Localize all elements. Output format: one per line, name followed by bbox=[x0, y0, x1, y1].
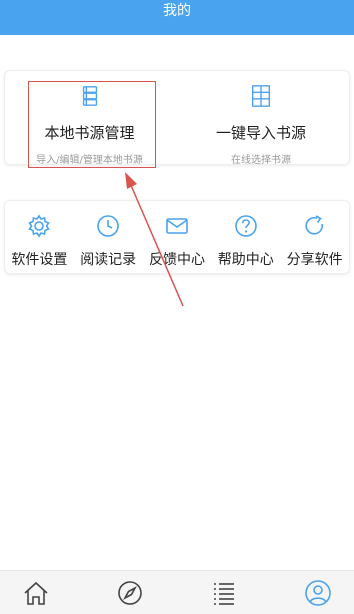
menu-item-share[interactable]: 分享软件 bbox=[280, 201, 349, 273]
import-source-title: 一键导入书源 bbox=[215, 124, 306, 142]
question-icon bbox=[234, 215, 257, 237]
grid-document-icon bbox=[252, 85, 270, 107]
nav-list[interactable] bbox=[206, 575, 242, 611]
home-icon bbox=[24, 581, 48, 605]
nav-discover[interactable] bbox=[112, 575, 148, 611]
bottom-nav bbox=[0, 570, 354, 614]
local-source-button[interactable]: 本地书源管理 导入/编辑/管理本地书源 bbox=[27, 71, 152, 166]
mail-icon bbox=[166, 218, 188, 234]
menu-item-settings[interactable]: 软件设置 bbox=[5, 201, 74, 273]
gear-icon bbox=[28, 214, 51, 238]
menu-card: 软件设置 阅读记录 反馈中心 帮助中心 分享软件 bbox=[4, 200, 350, 274]
import-source-button[interactable]: 一键导入书源 在线选择书源 bbox=[185, 71, 337, 166]
menu-item-history[interactable]: 阅读记录 bbox=[74, 201, 143, 273]
page-title: 我的 bbox=[163, 2, 191, 19]
menu-label-share: 分享软件 bbox=[286, 252, 343, 268]
local-source-subtitle: 导入/编辑/管理本地书源 bbox=[36, 155, 143, 166]
top-bar: 我的 bbox=[0, 0, 354, 35]
share-icon bbox=[305, 215, 323, 235]
import-source-subtitle: 在线选择书源 bbox=[231, 155, 291, 166]
menu-label-history: 阅读记录 bbox=[80, 252, 137, 268]
source-card: 本地书源管理 导入/编辑/管理本地书源 一键导入书源 在线选择书源 bbox=[4, 70, 350, 166]
menu-label-settings: 软件设置 bbox=[11, 252, 68, 268]
menu-item-help[interactable]: 帮助中心 bbox=[211, 201, 280, 273]
nav-profile[interactable] bbox=[300, 575, 336, 611]
book-stack-icon bbox=[82, 86, 97, 106]
user-icon bbox=[305, 579, 331, 606]
nav-home[interactable] bbox=[18, 575, 54, 611]
local-source-title: 本地书源管理 bbox=[44, 124, 135, 142]
compass-icon bbox=[118, 580, 142, 605]
menu-item-feedback[interactable]: 反馈中心 bbox=[143, 201, 212, 273]
clock-icon bbox=[97, 215, 119, 237]
list-icon bbox=[214, 582, 234, 605]
menu-label-help: 帮助中心 bbox=[217, 252, 274, 268]
menu-label-feedback: 反馈中心 bbox=[148, 252, 205, 268]
